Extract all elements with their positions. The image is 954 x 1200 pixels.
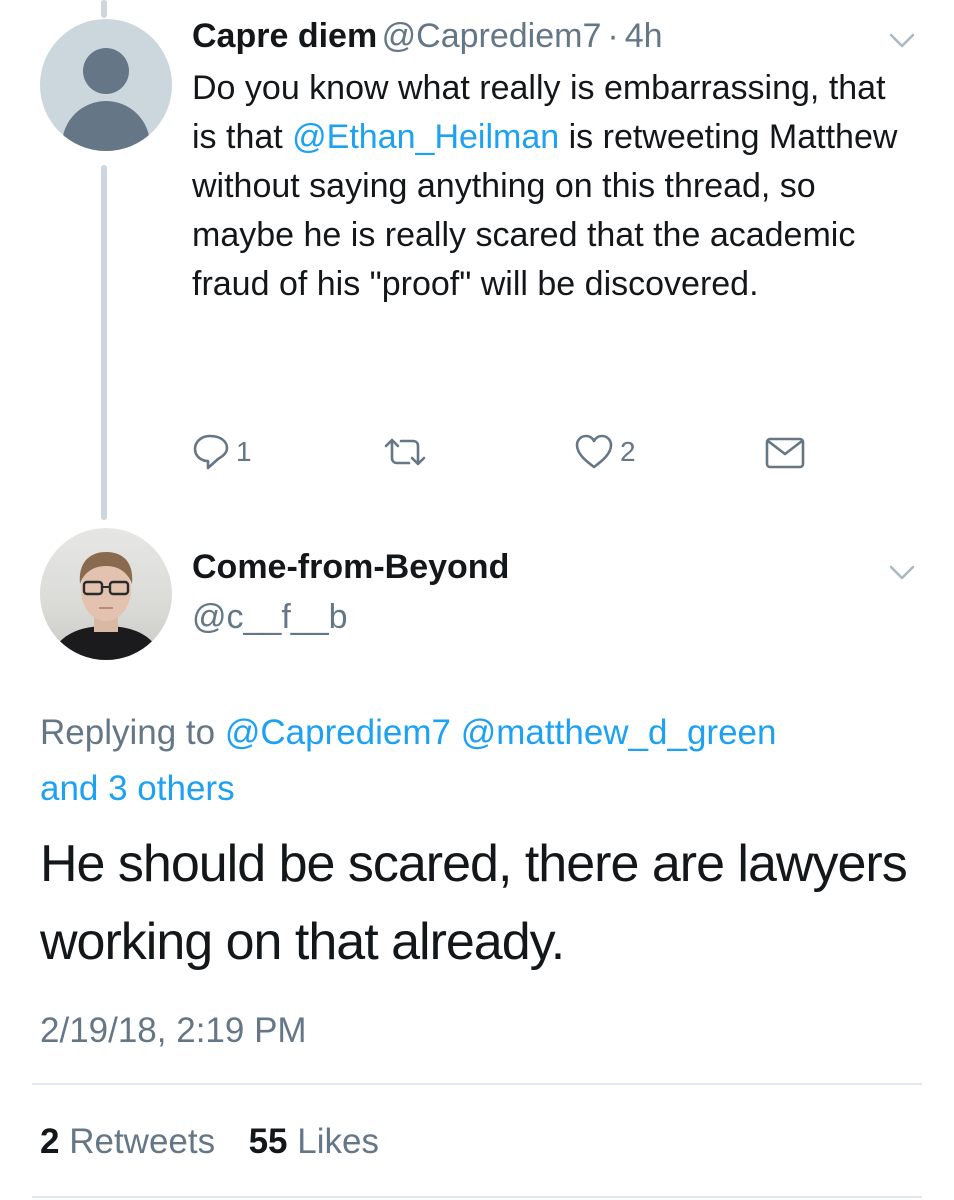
retweets-label: Retweets	[69, 1122, 216, 1161]
parent-tweet-avatar[interactable]	[40, 19, 172, 151]
parent-tweet-text: Do you know what really is embarrassing,…	[192, 64, 912, 309]
likes-label: Likes	[297, 1122, 379, 1161]
retweet-icon	[384, 438, 426, 466]
replying-to-mention-1[interactable]: @Caprediem7	[225, 713, 451, 752]
parent-author-handle[interactable]: @Caprediem7	[382, 17, 602, 55]
divider	[32, 1196, 922, 1198]
default-avatar-body	[62, 101, 150, 151]
main-tweet-text: He should be scared, there are lawyers w…	[40, 835, 908, 971]
parent-text-mention[interactable]: @Ethan_Heilman	[292, 118, 559, 156]
default-avatar-head	[83, 48, 129, 94]
main-author-name-row: Come-from-Beyond	[192, 545, 509, 596]
main-author-name[interactable]: Come-from-Beyond	[192, 548, 509, 586]
main-author-handle-row: @c__f__b	[192, 595, 348, 646]
thread-connector-line	[101, 165, 107, 520]
likes-count: 55	[248, 1122, 288, 1161]
parent-tweet-age[interactable]: 4h	[625, 17, 663, 55]
main-tweet-menu-button[interactable]	[888, 558, 916, 591]
main-author-handle[interactable]: @c__f__b	[192, 598, 348, 636]
replying-to-others[interactable]: and 3 others	[40, 769, 235, 808]
replying-to-mention-2[interactable]: @matthew_d_green	[461, 713, 777, 752]
divider	[32, 1083, 922, 1085]
direct-message-button[interactable]	[764, 432, 806, 472]
parent-author-name[interactable]: Capre diem	[192, 17, 377, 55]
reply-count: 1	[236, 436, 252, 467]
like-count: 2	[620, 436, 636, 467]
replying-to-label: Replying to	[40, 713, 225, 752]
main-tweet-avatar[interactable]	[40, 528, 172, 660]
chevron-down-icon	[889, 565, 915, 580]
profile-photo	[50, 552, 162, 660]
reply-button[interactable]: 1	[192, 432, 252, 472]
parent-tweet-menu-button[interactable]	[888, 26, 916, 59]
retweet-button[interactable]	[382, 432, 428, 472]
parent-tweet-header: Capre diem @Caprediem7 · 4h	[192, 14, 663, 65]
header-separator: ·	[607, 17, 619, 55]
chevron-down-icon	[889, 33, 915, 48]
likes-stat[interactable]: 55 Likes	[249, 1122, 379, 1161]
retweets-stat[interactable]: 2 Retweets	[40, 1122, 215, 1161]
direct-message-icon	[765, 437, 805, 469]
replying-to: Replying to @Caprediem7 @matthew_d_green…	[40, 705, 910, 817]
tweet-stats: 2 Retweets 55 Likes	[40, 1118, 379, 1166]
retweets-count: 2	[40, 1122, 60, 1161]
like-icon	[575, 434, 613, 469]
thread-line-top	[101, 0, 107, 18]
reply-icon	[193, 434, 229, 470]
main-tweet-timestamp[interactable]: 2/19/18, 2:19 PM	[40, 1007, 307, 1055]
like-button[interactable]: 2	[574, 432, 636, 472]
